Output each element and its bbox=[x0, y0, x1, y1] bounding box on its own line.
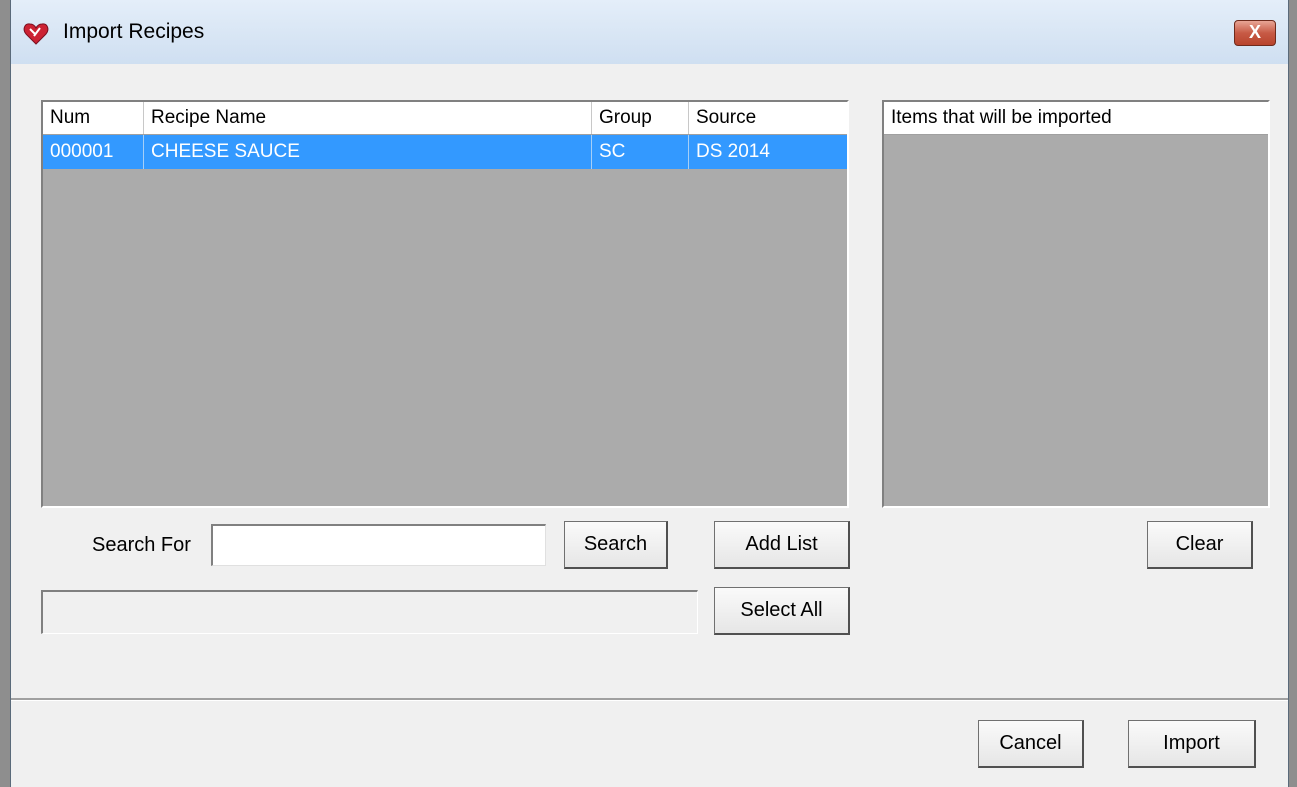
column-header-num[interactable]: Num bbox=[43, 102, 144, 134]
footer-divider bbox=[11, 700, 1288, 701]
close-button[interactable]: X bbox=[1234, 20, 1276, 46]
import-recipes-dialog: Import Recipes X Num Recipe Name Group S… bbox=[10, 0, 1289, 787]
cell-num: 000001 bbox=[43, 135, 144, 169]
import-items-header: Items that will be imported bbox=[884, 102, 1268, 135]
window-title: Import Recipes bbox=[63, 20, 205, 43]
column-header-items[interactable]: Items that will be imported bbox=[884, 102, 1268, 134]
search-input[interactable] bbox=[211, 524, 546, 566]
cell-group: SC bbox=[592, 135, 689, 169]
dialog-footer: Cancel Import bbox=[11, 698, 1288, 787]
recipe-list-header: Num Recipe Name Group Source bbox=[43, 102, 847, 135]
close-icon: X bbox=[1248, 22, 1261, 42]
search-for-label: Search For bbox=[92, 534, 191, 556]
import-button[interactable]: Import bbox=[1128, 720, 1256, 768]
table-row[interactable]: 000001 CHEESE SAUCE SC DS 2014 bbox=[43, 135, 847, 169]
column-header-group[interactable]: Group bbox=[592, 102, 689, 134]
import-items-list[interactable]: Items that will be imported bbox=[882, 100, 1270, 508]
select-all-button[interactable]: Select All bbox=[714, 587, 850, 635]
cell-source: DS 2014 bbox=[696, 141, 770, 162]
heart-app-icon bbox=[23, 22, 49, 46]
cell-recipe-name: CHEESE SAUCE bbox=[144, 135, 592, 169]
search-button[interactable]: Search bbox=[564, 521, 668, 569]
clear-button[interactable]: Clear bbox=[1147, 521, 1253, 569]
column-header-source[interactable]: Source bbox=[689, 102, 847, 134]
title-bar[interactable]: Import Recipes X bbox=[11, 0, 1288, 65]
column-header-recipe-name[interactable]: Recipe Name bbox=[144, 102, 592, 134]
status-field bbox=[41, 590, 698, 634]
cancel-button[interactable]: Cancel bbox=[978, 720, 1084, 768]
add-list-button[interactable]: Add List bbox=[714, 521, 850, 569]
recipe-list[interactable]: Num Recipe Name Group Source 000001 CHEE… bbox=[41, 100, 849, 508]
dialog-body: Num Recipe Name Group Source 000001 CHEE… bbox=[11, 64, 1288, 698]
